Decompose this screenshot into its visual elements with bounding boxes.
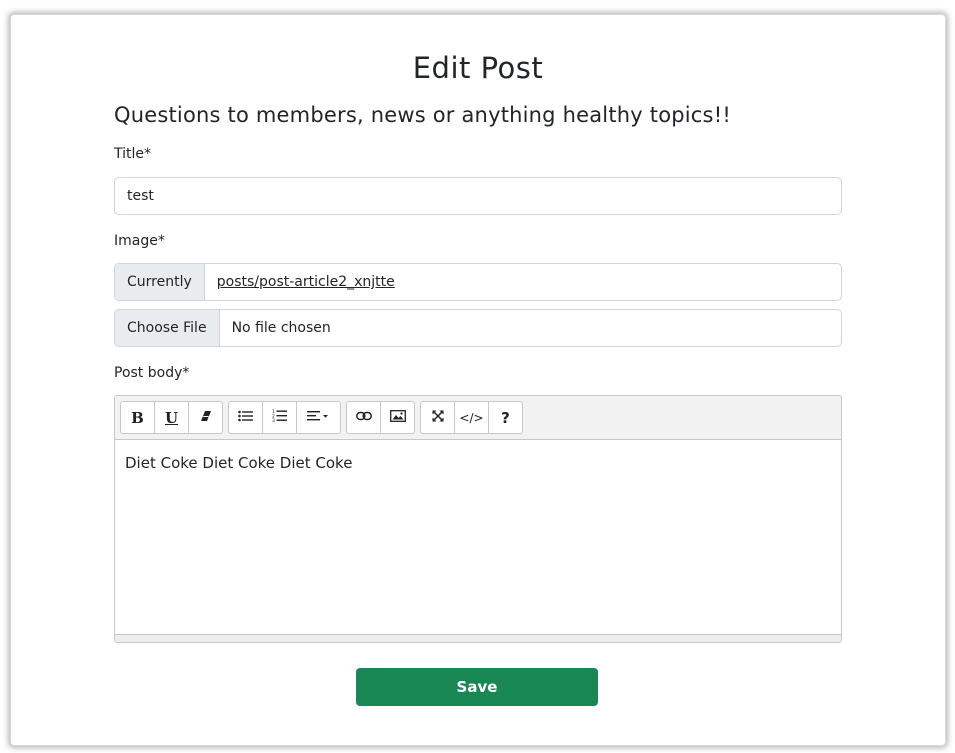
insert-link-button[interactable]: [346, 401, 381, 434]
post-body-label: Post body*: [114, 365, 190, 381]
choose-file-button[interactable]: Choose File: [115, 310, 220, 346]
title-label: Title*: [114, 146, 152, 162]
currently-label: Currently: [115, 264, 205, 300]
svg-text:3: 3: [272, 418, 275, 422]
help-button[interactable]: ?: [488, 401, 523, 434]
page-subtitle: Questions to members, news or anything h…: [114, 103, 731, 127]
picture-icon: [389, 409, 406, 426]
rich-text-editor: B U 1 2 3 </> ? Diet Coke Diet Coke Diet…: [114, 395, 842, 643]
ordered-list-button[interactable]: 123: [262, 401, 297, 434]
file-input[interactable]: Choose File No file chosen: [114, 309, 842, 347]
bold-icon: B: [131, 408, 144, 427]
current-image-group: Currently posts/post-article2_xnjtte: [114, 263, 842, 301]
eraser-icon: [200, 410, 212, 426]
title-input[interactable]: test: [114, 177, 842, 215]
align-icon: [306, 410, 331, 425]
code-view-icon: </>: [459, 410, 484, 425]
editor-toolbar: B U 1 2 3 </> ?: [115, 396, 841, 440]
editor-resize-bar[interactable]: [115, 634, 841, 642]
help-icon: ?: [501, 408, 510, 427]
insert-picture-button[interactable]: [380, 401, 415, 434]
underline-icon: U: [164, 408, 179, 427]
link-icon: [355, 410, 372, 425]
ordered-list-icon: 123: [272, 409, 287, 426]
current-image-link[interactable]: posts/post-article2_xnjtte: [205, 264, 407, 300]
unordered-list-icon: [238, 410, 253, 426]
unordered-list-button[interactable]: [228, 401, 263, 434]
underline-button[interactable]: U: [154, 401, 189, 434]
insert-group: [346, 401, 415, 439]
paragraph-align-button[interactable]: [296, 401, 341, 434]
fullscreen-button[interactable]: [420, 401, 455, 434]
edit-post-card: Edit Post Questions to members, news or …: [10, 14, 946, 746]
font-style-group: B U: [120, 401, 223, 439]
clear-format-button[interactable]: [188, 401, 223, 434]
page-title: Edit Post: [412, 51, 544, 85]
save-button[interactable]: Save: [356, 668, 598, 706]
bold-button[interactable]: B: [120, 401, 155, 434]
fullscreen-icon: [431, 409, 444, 426]
file-status: No file chosen: [231, 320, 331, 336]
list-group: 123: [228, 401, 341, 439]
image-label: Image*: [114, 233, 165, 249]
view-group: </> ?: [420, 401, 523, 439]
code-view-button[interactable]: </>: [454, 401, 489, 434]
post-body-editor[interactable]: Diet Coke Diet Coke Diet Coke: [115, 440, 841, 634]
